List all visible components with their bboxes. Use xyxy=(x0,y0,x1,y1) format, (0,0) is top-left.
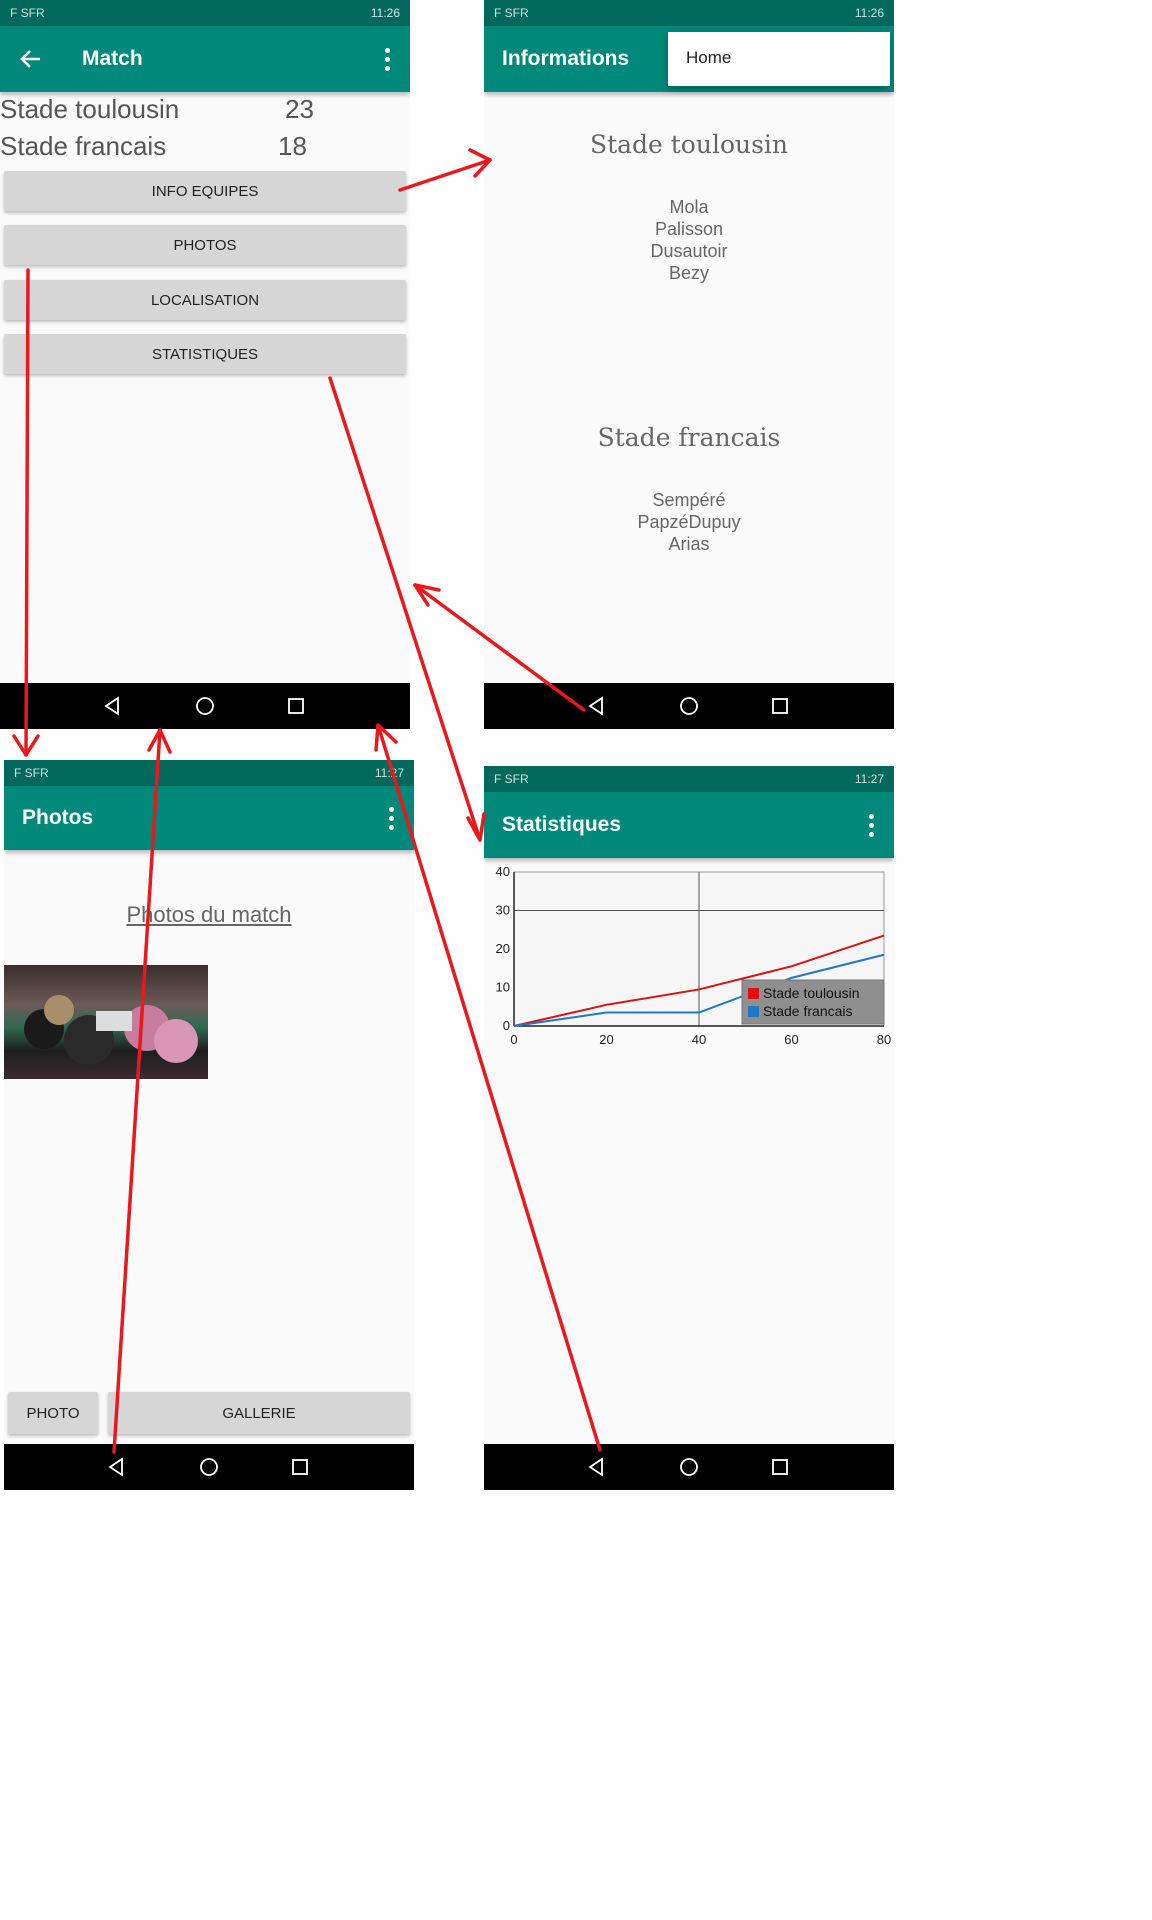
player-name: Arias xyxy=(668,534,710,554)
team-name: Stade francais xyxy=(0,131,167,161)
player-list: Sempéré PapzéDupuy Arias xyxy=(484,489,894,555)
status-bar: F SFR 11:26 xyxy=(0,0,410,26)
page-title: Informations xyxy=(502,47,630,70)
x-tick-label: 0 xyxy=(510,1032,517,1047)
app-bar: Photos xyxy=(4,786,414,850)
overflow-menu-popup: Home xyxy=(668,32,890,86)
status-bar: F SFR 11:26 xyxy=(484,0,894,26)
y-tick-label: 30 xyxy=(496,903,510,918)
player-name: Mola xyxy=(669,197,709,217)
page-title: Photos xyxy=(22,806,94,829)
screen-match: F SFR 11:26 Match Stade toulousin 23 Sta… xyxy=(0,0,410,730)
localisation-button[interactable]: LOCALISATION xyxy=(4,280,406,320)
recents-square-icon[interactable] xyxy=(769,1456,791,1478)
statistics-line-chart: 0 20 40 60 80 0 10 20 30 40 Stade toulousin Stade f… xyxy=(496,864,892,1047)
back-triangle-icon[interactable] xyxy=(586,695,608,717)
photos-button[interactable]: PHOTOS xyxy=(4,225,406,265)
gallery-button[interactable]: GALLERIE xyxy=(108,1392,410,1434)
status-time: 11:26 xyxy=(854,6,884,20)
back-triangle-icon[interactable] xyxy=(586,1456,608,1478)
legend-swatch xyxy=(748,988,759,999)
legend-label: Stade francais xyxy=(763,1003,853,1019)
home-circle-icon[interactable] xyxy=(194,695,216,717)
legend-label: Stade toulousin xyxy=(763,985,860,1001)
carrier-label: F SFR xyxy=(494,772,529,786)
recents-square-icon[interactable] xyxy=(769,695,791,717)
info-equipes-button[interactable]: INFO EQUIPES xyxy=(4,171,406,211)
screen-statistiques: F SFR 11:27 Statistiques 0 20 40 60 80 0 10 20 3… xyxy=(484,766,894,1496)
nav-bar xyxy=(4,1444,414,1490)
page-title: Match xyxy=(82,47,143,70)
player-name: PapzéDupuy xyxy=(637,512,741,532)
status-bar: F SFR 11:27 xyxy=(484,766,894,792)
y-tick-label: 10 xyxy=(496,980,510,995)
player-name: Bezy xyxy=(668,263,710,283)
screen-informations: F SFR 11:26 Informations Home Stade toul… xyxy=(484,0,894,730)
recents-square-icon[interactable] xyxy=(289,1456,311,1478)
player-name: Palisson xyxy=(654,219,724,239)
recents-square-icon[interactable] xyxy=(285,695,307,717)
statistiques-button[interactable]: STATISTIQUES xyxy=(4,334,406,374)
y-tick-label: 40 xyxy=(496,864,510,879)
screen-photos: F SFR 11:27 Photos Photos du match PHOTO… xyxy=(4,760,414,1490)
overflow-menu-icon[interactable] xyxy=(869,813,874,837)
status-time: 11:26 xyxy=(370,6,400,20)
back-triangle-icon[interactable] xyxy=(102,695,124,717)
team-heading: Stade francais xyxy=(597,423,781,452)
back-triangle-icon[interactable] xyxy=(106,1456,128,1478)
team-score: 18 xyxy=(278,131,307,161)
photo-button[interactable]: PHOTO xyxy=(8,1392,98,1434)
home-circle-icon[interactable] xyxy=(678,1456,700,1478)
y-tick-label: 0 xyxy=(503,1018,510,1033)
player-name: Dusautoir xyxy=(650,241,728,261)
legend-swatch xyxy=(748,1006,759,1017)
player-name: Sempéré xyxy=(652,490,726,510)
nav-bar xyxy=(0,683,410,729)
home-circle-icon[interactable] xyxy=(198,1456,220,1478)
team-heading: Stade toulousin xyxy=(589,130,789,159)
x-tick-label: 20 xyxy=(599,1032,613,1047)
home-circle-icon[interactable] xyxy=(678,695,700,717)
carrier-label: F SFR xyxy=(494,6,529,20)
photos-heading: Photos du match xyxy=(126,902,292,927)
score-row: Stade toulousin 23 xyxy=(0,94,330,125)
match-photo xyxy=(4,965,208,1079)
status-bar: F SFR 11:27 xyxy=(4,760,414,786)
back-arrow-icon[interactable] xyxy=(20,48,42,70)
carrier-label: F SFR xyxy=(10,6,45,20)
team-score: 23 xyxy=(285,94,314,124)
status-time: 11:27 xyxy=(374,766,404,780)
x-tick-label: 60 xyxy=(784,1032,798,1047)
arrow-info-to-informations xyxy=(398,148,492,192)
team-name: Stade toulousin xyxy=(0,94,180,124)
page-title: Statistiques xyxy=(502,813,622,836)
x-tick-label: 40 xyxy=(692,1032,706,1047)
overflow-menu-icon[interactable] xyxy=(389,806,394,830)
status-time: 11:27 xyxy=(854,772,884,786)
app-bar: Match xyxy=(0,26,410,92)
menu-item-home[interactable]: Home xyxy=(686,48,731,68)
x-tick-label: 80 xyxy=(877,1032,891,1047)
app-bar: Statistiques xyxy=(484,792,894,858)
score-row: Stade francais 18 xyxy=(0,131,330,162)
y-tick-label: 20 xyxy=(496,941,510,956)
player-list: Mola Palisson Dusautoir Bezy xyxy=(484,196,894,284)
nav-bar xyxy=(484,1444,894,1490)
nav-bar xyxy=(484,683,894,729)
overflow-menu-icon[interactable] xyxy=(385,47,390,71)
carrier-label: F SFR xyxy=(14,766,49,780)
